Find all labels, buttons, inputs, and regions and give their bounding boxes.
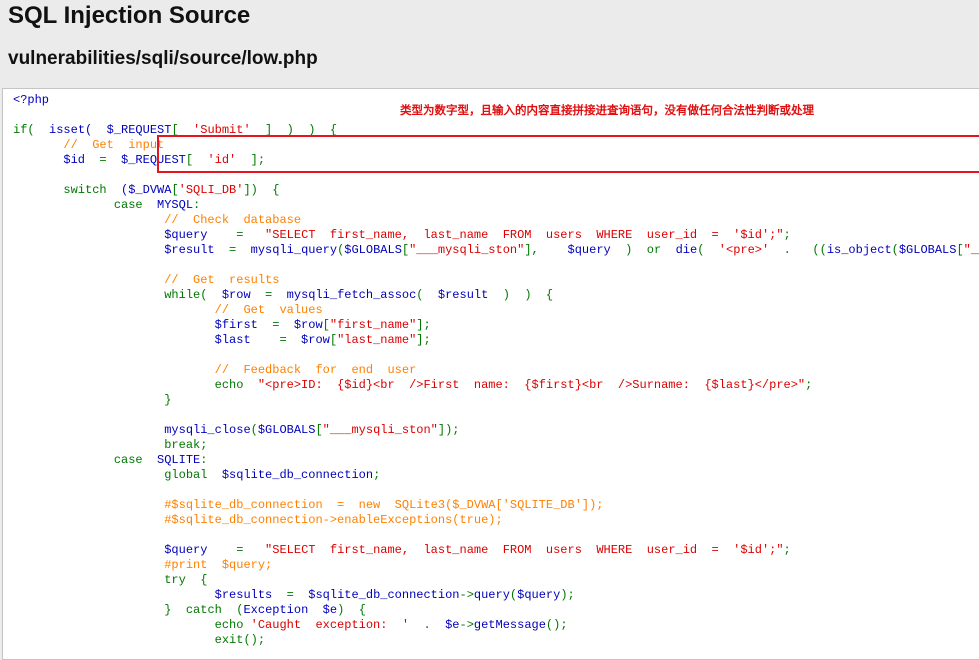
annotation-note: 类型为数字型，且输入的内容直接拼接进查询语句，没有做任何合法性判断或处理 [400,103,814,117]
code-line: break; [13,438,208,452]
code-line: case MYSQL: [13,198,201,212]
source-code-panel: <?php if( isset( $_REQUEST[ 'Submit' ] )… [2,88,979,660]
code-line: $results = $sqlite_db_connection->query(… [13,588,575,602]
code-line: case SQLITE: [13,453,208,467]
page-title: SQL Injection Source [8,2,251,29]
code-line: $query = "SELECT first_name, last_name F… [13,228,791,242]
code-line: global $sqlite_db_connection; [13,468,381,482]
code-line: try { [13,573,208,587]
code-line: } catch (Exception $e) { [13,603,366,617]
source-code: <?php if( isset( $_REQUEST[ 'Submit' ] )… [13,93,979,648]
code-line: $last = $row["last_name"]; [13,333,431,347]
code-line: $first = $row["first_name"]; [13,318,431,332]
source-file-path: vulnerabilities/sqli/source/low.php [8,48,318,69]
code-line: mysqli_close($GLOBALS["___mysqli_ston"])… [13,423,460,437]
code-line: $query = "SELECT first_name, last_name F… [13,543,791,557]
code-line: exit(); [13,633,266,647]
code-line: #$sqlite_db_connection->enableExceptions… [13,513,503,527]
code-line: switch ($_DVWA['SQLI_DB']) { [13,183,280,197]
code-line: // Check database [13,213,302,227]
code-line: echo "<pre>ID: {$id}<br />First name: {$… [13,378,813,392]
code-line: } [13,393,172,407]
code-line: #$sqlite_db_connection = new SQLite3($_D… [13,498,604,512]
code-line: // Get values [13,303,323,317]
code-line: $result = mysqli_query($GLOBALS["___mysq… [13,243,979,257]
code-line: echo 'Caught exception: ' . $e->getMessa… [13,618,568,632]
code-line: // Feedback for end user [13,363,417,377]
code-line: // Get results [13,273,280,287]
code-line: while( $row = mysqli_fetch_assoc( $resul… [13,288,554,302]
highlight-box [157,135,979,173]
code-line: #print $query; [13,558,273,572]
